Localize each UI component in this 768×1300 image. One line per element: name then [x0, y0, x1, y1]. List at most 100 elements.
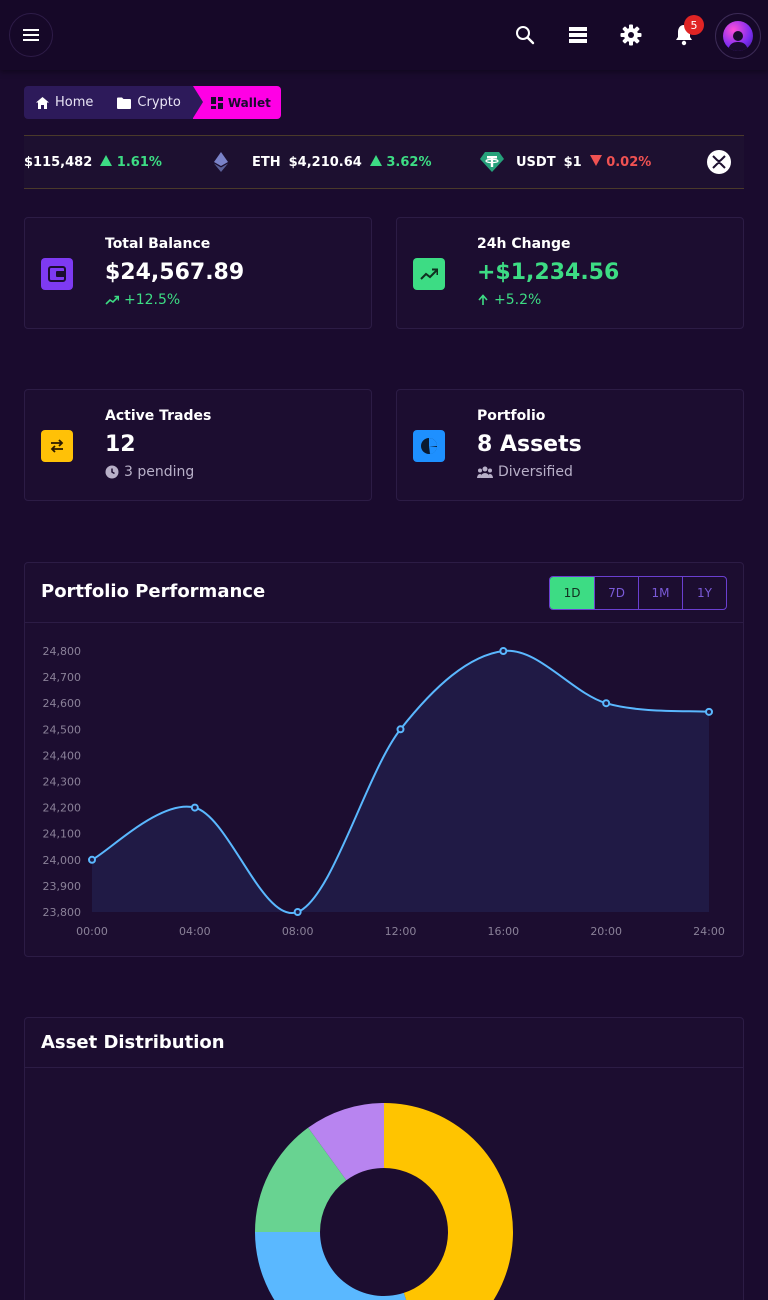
clock-icon: [105, 465, 119, 479]
tether-icon: [480, 152, 504, 172]
x-tick-label: 20:00: [590, 925, 622, 938]
layers-button[interactable]: [565, 22, 591, 48]
top-navbar: 5: [0, 0, 768, 70]
data-point[interactable]: [705, 707, 713, 716]
data-point[interactable]: [190, 803, 199, 812]
card-change-value: +12.5%: [124, 292, 181, 308]
breadcrumb-home-label: Home: [55, 95, 94, 110]
breadcrumb-crypto[interactable]: Crypto: [105, 86, 193, 119]
portfolio-card: Portfolio 8 Assets Diversified: [396, 389, 744, 501]
performance-chart: 23,800 23,900 24,000 24,100 24,200 24,300 24,4…: [43, 645, 725, 938]
trending-up-icon: [105, 295, 119, 305]
ethereum-icon: [214, 152, 228, 172]
x-tick-label: 24:00: [693, 925, 725, 938]
change-24h-card: 24h Change +$1,234.56 +5.2%: [396, 217, 744, 329]
search-button[interactable]: [512, 22, 538, 48]
users-icon: [477, 466, 493, 478]
data-point[interactable]: [499, 647, 508, 655]
folder-icon: [117, 97, 132, 109]
avatar: [723, 21, 753, 51]
ticker-price: $1: [563, 154, 582, 170]
price-ticker: $115,482 1.61% ETH $4,210.64 3.62% USDT …: [24, 135, 744, 189]
y-tick-label: 23,800: [43, 906, 82, 919]
ticker-item-xrp[interactable]: [707, 136, 731, 188]
ticker-item-btc[interactable]: $115,482 1.61%: [24, 136, 162, 188]
breadcrumb-home[interactable]: Home: [24, 86, 106, 119]
user-icon: [728, 31, 748, 51]
ticker-item-usdt[interactable]: USDT $1 0.02%: [480, 136, 651, 188]
exchange-icon: [50, 439, 64, 453]
ticker-change-value: 0.02%: [606, 154, 652, 170]
arrow-up-icon: [369, 154, 382, 166]
ticker-change-up: 3.62%: [369, 154, 432, 170]
area-fill: [92, 650, 709, 914]
breadcrumb-crypto-label: Crypto: [137, 95, 181, 110]
card-subtext-value: Diversified: [498, 464, 573, 480]
notification-badge: 5: [684, 15, 704, 35]
data-point[interactable]: [396, 725, 405, 734]
settings-button[interactable]: [618, 22, 644, 48]
performance-title: Portfolio Performance: [41, 581, 266, 602]
y-tick-label: 24,300: [43, 776, 82, 789]
asset-distribution-chart: [255, 1103, 513, 1300]
card-title: Total Balance: [105, 236, 211, 252]
exchange-icon-box: [41, 430, 73, 462]
x-tick-label: 00:00: [76, 925, 108, 938]
search-icon: [516, 26, 535, 45]
menu-icon: [23, 29, 39, 41]
ticker-change-value: 3.62%: [386, 154, 432, 170]
pie-slice[interactable]: [255, 1232, 424, 1300]
breadcrumb-wallet-label: Wallet: [227, 95, 271, 110]
y-tick-label: 24,400: [43, 749, 82, 762]
data-point[interactable]: [88, 855, 96, 864]
card-change: +5.2%: [477, 292, 541, 308]
performance-panel: Portfolio Performance 1D 7D 1M 1Y 23,800…: [24, 562, 744, 957]
home-icon: [36, 96, 49, 109]
y-tick-label: 24,500: [43, 723, 82, 736]
breadcrumb: Home Crypto Wallet: [24, 86, 281, 119]
range-selector: 1D 7D 1M 1Y: [549, 576, 727, 610]
y-tick-label: 24,800: [43, 645, 82, 658]
ticker-item-eth[interactable]: ETH $4,210.64 3.62%: [214, 136, 431, 188]
layers-icon: [569, 27, 587, 43]
arrow-down-icon: [589, 154, 602, 166]
dashboard-icon: [210, 96, 223, 109]
y-tick-label: 24,700: [43, 671, 82, 684]
card-change: +12.5%: [105, 292, 180, 308]
data-point[interactable]: [293, 908, 302, 916]
menu-toggle-button[interactable]: [9, 13, 53, 57]
user-menu-button[interactable]: [715, 13, 761, 59]
card-value: +$1,234.56: [477, 260, 620, 285]
card-value: 12: [105, 432, 136, 457]
distribution-header: Asset Distribution: [25, 1018, 743, 1068]
x-tick-label: 08:00: [282, 925, 314, 938]
performance-header: Portfolio Performance 1D 7D 1M 1Y: [25, 563, 743, 623]
card-change-value: +5.2%: [494, 292, 542, 308]
total-balance-card: Total Balance $24,567.89 +12.5%: [24, 217, 372, 329]
pie-slice[interactable]: [384, 1103, 513, 1300]
y-tick-label: 24,100: [43, 828, 82, 841]
card-value: $24,567.89: [105, 260, 245, 285]
range-button-7d[interactable]: 7D: [594, 577, 638, 609]
ticker-symbol: ETH: [252, 154, 281, 170]
range-button-1d[interactable]: 1D: [550, 577, 594, 609]
range-button-1y[interactable]: 1Y: [682, 577, 726, 609]
ticker-price: $115,482: [24, 154, 93, 170]
gear-icon: [620, 24, 642, 46]
y-tick-label: 23,900: [43, 880, 82, 893]
range-button-1m[interactable]: 1M: [638, 577, 682, 609]
trend-icon-box: [413, 258, 445, 290]
ticker-change-down: 0.02%: [589, 154, 652, 170]
xrp-icon: [707, 150, 731, 174]
wallet-icon-box: [41, 258, 73, 290]
pie-icon-box: [413, 430, 445, 462]
distribution-panel: Asset Distribution: [24, 1017, 744, 1300]
x-tick-label: 12:00: [385, 925, 417, 938]
trending-up-icon: [420, 268, 438, 280]
pie-chart-icon: [421, 438, 437, 454]
x-tick-label: 04:00: [179, 925, 211, 938]
card-subtext: 3 pending: [105, 464, 194, 480]
distribution-title: Asset Distribution: [41, 1032, 225, 1053]
y-tick-label: 24,200: [43, 802, 82, 815]
data-point[interactable]: [602, 699, 611, 708]
